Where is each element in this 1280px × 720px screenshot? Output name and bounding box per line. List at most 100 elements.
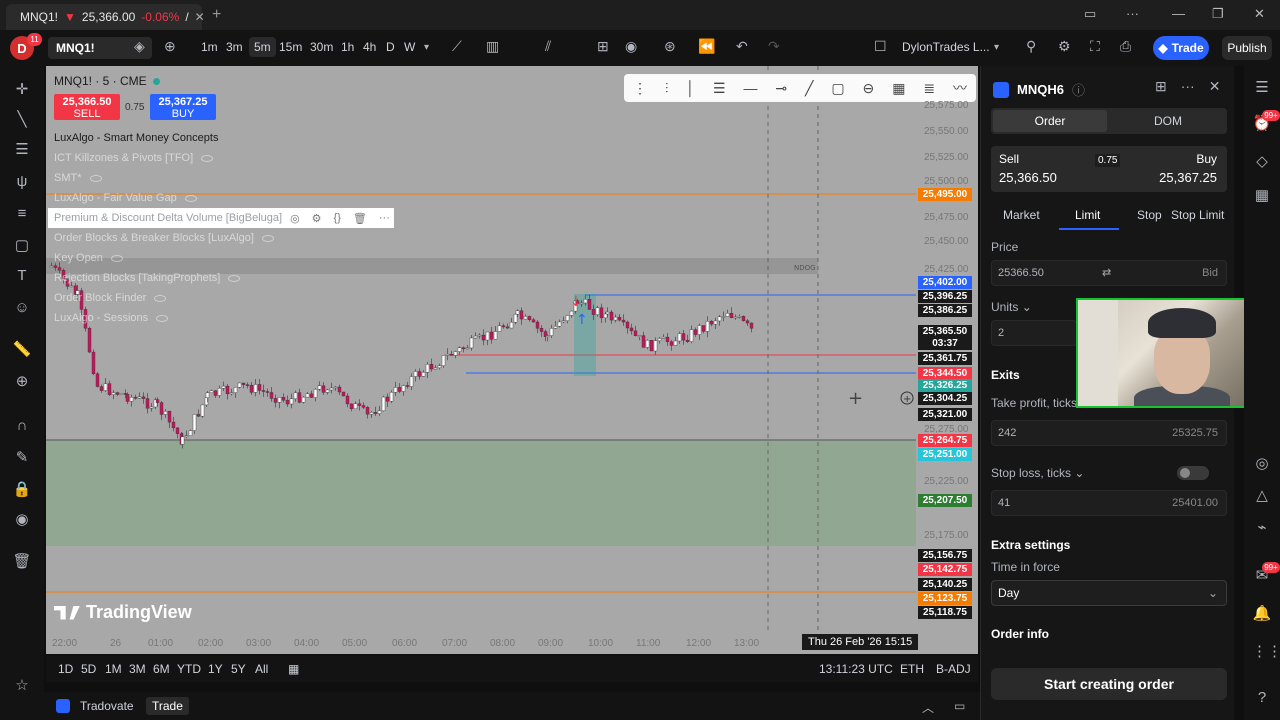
alert-icon[interactable]: ◉	[625, 38, 637, 55]
range-1d[interactable]: 1D	[58, 662, 73, 676]
trade-tab[interactable]: Trade	[146, 697, 189, 715]
rectangle-icon[interactable]: ▢	[12, 236, 32, 256]
tab-market[interactable]: Market	[1003, 208, 1040, 222]
maximize-panel-icon[interactable]: ▭	[954, 699, 965, 713]
candles-icon[interactable]: ▥	[486, 38, 499, 55]
publish-button[interactable]: Publish	[1222, 36, 1272, 60]
layouts-icon[interactable]: ⊞	[597, 38, 609, 55]
sell-buy-box[interactable]: Sell 25,366.50 0.75 Buy 25,367.25	[991, 146, 1227, 192]
price-axis[interactable]: 25,495.00 25,402.00 25,396.25 25,386.25 25,3…	[916, 66, 978, 654]
settings-icon[interactable]: ⚙	[312, 212, 322, 225]
tab-stop-limit[interactable]: Stop Limit	[1171, 208, 1224, 222]
trade-button[interactable]: ◆ Trade	[1153, 36, 1209, 60]
source-code-icon[interactable]: {}	[334, 212, 341, 225]
interval-30m[interactable]: 30m	[310, 40, 333, 54]
range-6m[interactable]: 6M	[153, 662, 170, 676]
range-all[interactable]: All	[255, 662, 268, 676]
calendar-icon[interactable]: ▦	[1252, 186, 1272, 206]
layout-name[interactable]: DylonTrades L...	[902, 40, 990, 54]
adjustment-toggle[interactable]: B-ADJ	[936, 662, 971, 676]
chart-buy-button[interactable]: 25,367.25 BUY	[150, 94, 216, 120]
trash-icon[interactable]: 🗑	[12, 552, 32, 572]
layout-icon[interactable]: ▭	[1084, 6, 1096, 22]
lock-icon[interactable]: 🔒	[12, 480, 32, 500]
tab-order[interactable]: Order	[993, 110, 1107, 132]
ray-icon[interactable]: ⊸	[775, 80, 787, 97]
tif-select[interactable]: Day ⌄	[991, 580, 1227, 606]
indicator-row[interactable]: ICT Killzones & Pivots [TFO]	[54, 148, 394, 168]
sell-price[interactable]: 25,366.50	[999, 170, 1057, 185]
close-icon[interactable]: ✕	[1209, 78, 1221, 95]
range-5d[interactable]: 5D	[81, 662, 96, 676]
replay-icon[interactable]: ⏪	[698, 38, 715, 55]
interval-1m[interactable]: 1m	[201, 40, 218, 54]
gear-icon[interactable]: ⚙	[1058, 38, 1071, 55]
broker-tab[interactable]: Tradovate	[80, 699, 134, 713]
horizontal-line-icon[interactable]: —	[743, 80, 757, 96]
hidden-eye-icon[interactable]	[110, 254, 123, 262]
crosshair-icon[interactable]: ✛	[12, 80, 32, 100]
more-icon[interactable]: ···	[1126, 6, 1139, 21]
box-icon[interactable]: ▢	[831, 80, 844, 97]
sl-input[interactable]: 41 25401.00	[991, 490, 1227, 516]
minus-icon[interactable]: ⊖	[863, 80, 875, 97]
layout-chevron-icon[interactable]: ▾	[994, 42, 999, 53]
collapse-up-icon[interactable]: ︿	[922, 699, 934, 716]
apps-grid-icon[interactable]: ⋮⋮	[1252, 642, 1280, 662]
indicator-row[interactable]: LuxAlgo - Fair Value Gap	[54, 188, 394, 208]
minimize-icon[interactable]: —	[1172, 6, 1185, 21]
hidden-eye-icon[interactable]	[154, 294, 167, 302]
utc-clock[interactable]: 13:11:23 UTC	[819, 662, 893, 676]
hidden-eye-icon[interactable]	[156, 314, 169, 322]
session-toggle[interactable]: ETH	[900, 662, 924, 676]
stop-loss-toggle[interactable]	[1177, 466, 1209, 480]
settings-lines-icon[interactable]: ⫶	[665, 80, 669, 97]
interval-3m[interactable]: 3m	[226, 40, 243, 54]
sl-label[interactable]: Stop loss, ticks ⌄	[991, 466, 1084, 480]
help-icon[interactable]: ?	[1252, 688, 1272, 708]
browser-tab[interactable]: MNQ1! ▼ 25,366.00 -0.06% / ✕	[6, 4, 205, 30]
tab-dom[interactable]: DOM	[1111, 110, 1225, 132]
undo-icon[interactable]: ↶	[736, 38, 748, 55]
hidden-eye-icon[interactable]	[228, 274, 241, 282]
grip-icon[interactable]: ⋮	[633, 80, 647, 97]
fullscreen-icon[interactable]: ⛶	[1090, 38, 1100, 55]
line-chart-icon[interactable]: ⟋	[452, 38, 462, 55]
price-input[interactable]: 25366.50 ⇄ Bid	[991, 260, 1227, 286]
trendline-icon[interactable]: ╲	[12, 110, 32, 130]
range-5y[interactable]: 5Y	[231, 662, 246, 676]
search-icon[interactable]: ⚲	[1026, 38, 1036, 55]
tab-stop[interactable]: Stop	[1137, 208, 1162, 222]
info-icon[interactable]: ⓘ	[1072, 80, 1085, 99]
pulse-icon[interactable]: ⌁	[1252, 518, 1272, 538]
maximize-icon[interactable]: ❐	[1212, 6, 1224, 22]
calendar-icon[interactable]: ▦	[288, 662, 299, 676]
target-icon[interactable]: ◎	[1252, 454, 1272, 474]
alert-add-icon[interactable]: ⊛	[664, 38, 676, 55]
units-input[interactable]: 2	[991, 320, 1077, 346]
grid-view-icon[interactable]: ⊞	[1155, 78, 1167, 95]
redo-icon[interactable]: ↷	[768, 38, 780, 55]
text-icon[interactable]: T	[12, 266, 32, 286]
eye-icon[interactable]: ◉	[12, 510, 32, 530]
hidden-eye-icon[interactable]	[261, 234, 274, 242]
units-label[interactable]: Units ⌄	[991, 300, 1032, 314]
magnet-icon[interactable]: ∩	[12, 416, 32, 436]
indicator-row[interactable]: Key Open	[54, 248, 394, 268]
fib-icon[interactable]: ≡	[12, 204, 32, 224]
pitchfork-icon[interactable]: ψ	[12, 172, 32, 192]
more-icon[interactable]: ···	[1181, 78, 1195, 95]
layout-checkbox-icon[interactable]: ☐	[874, 38, 887, 55]
start-creating-order-button[interactable]: Start creating order	[991, 668, 1227, 700]
ruler-icon[interactable]: 📏	[12, 340, 32, 360]
watchlist-icon[interactable]: ☰	[1252, 78, 1272, 98]
indicator-row[interactable]: Order Block Finder	[54, 288, 394, 308]
buy-price[interactable]: 25,367.25	[1159, 170, 1217, 185]
camera-icon[interactable]: ⎙	[1120, 38, 1131, 55]
vertical-line-icon[interactable]: │	[686, 80, 695, 96]
indicators-icon[interactable]: ⫽	[545, 38, 551, 55]
hidden-eye-icon[interactable]	[184, 194, 197, 202]
grid-icon[interactable]: ▦	[892, 80, 905, 97]
trend-line-icon[interactable]: ╱	[805, 80, 813, 97]
interval-w[interactable]: W	[404, 40, 415, 54]
